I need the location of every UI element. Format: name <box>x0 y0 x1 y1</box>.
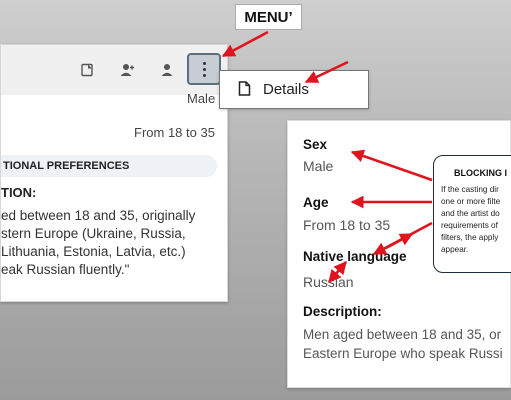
details-card: Male From 18 to 35 TIONAL PREFERENCES TI… <box>0 44 228 302</box>
blocking-line: requirements of <box>441 221 498 230</box>
document-icon[interactable] <box>77 60 97 80</box>
description-line: Eastern Europe who speak Russi <box>303 346 503 361</box>
description-line: Lithuania, Estonia, Latvia, etc.) <box>1 244 186 259</box>
blocking-line: and the artist do <box>441 209 500 218</box>
blocking-line: one or more filte <box>441 197 501 206</box>
description-text: ed between 18 and 35, originally stern E… <box>1 207 195 279</box>
sex-label: Sex <box>303 137 328 152</box>
description-line: stern Europe (Ukraine, Russia, <box>1 226 186 241</box>
blocking-line: appear. <box>441 245 469 254</box>
details-label: Details <box>263 81 309 98</box>
description-line: ed between 18 and 35, originally <box>1 208 196 223</box>
person-icon[interactable] <box>157 60 177 80</box>
description-text: Men aged between 18 and 35, or Eastern E… <box>303 325 503 363</box>
native-language-value: Russian <box>303 274 354 290</box>
blocking-line: filters, the apply <box>441 233 499 242</box>
description-line: eak Russian fluently." <box>1 262 130 277</box>
description-heading: TION: <box>1 185 37 200</box>
blocking-line: If the casting dir <box>441 185 499 194</box>
description-line: Men aged between 18 and 35, or <box>303 327 502 342</box>
gender-value: Male <box>187 91 216 106</box>
sex-value: Male <box>303 158 334 174</box>
document-icon <box>238 80 251 99</box>
description-label: Description: <box>303 304 382 319</box>
more-menu-button[interactable] <box>187 53 221 85</box>
person-add-icon[interactable] <box>117 60 137 80</box>
menu-annotation-label: MENU’ <box>235 4 302 30</box>
native-language-label: Native language <box>303 249 407 264</box>
more-vertical-icon <box>202 61 206 77</box>
arrow-menu <box>221 30 269 58</box>
details-menu-item[interactable]: Details <box>219 70 369 109</box>
age-label: Age <box>303 195 329 210</box>
blocking-title: BLOCKING I <box>454 168 507 178</box>
blocking-callout: BLOCKING I If the casting dir one or mor… <box>433 155 511 273</box>
age-range-value: From 18 to 35 <box>134 125 215 140</box>
card-toolbar <box>1 45 227 95</box>
age-value: From 18 to 35 <box>303 217 391 233</box>
preferences-section-header: TIONAL PREFERENCES <box>1 155 217 177</box>
blocking-text: If the casting dir one or more filte and… <box>441 184 511 256</box>
